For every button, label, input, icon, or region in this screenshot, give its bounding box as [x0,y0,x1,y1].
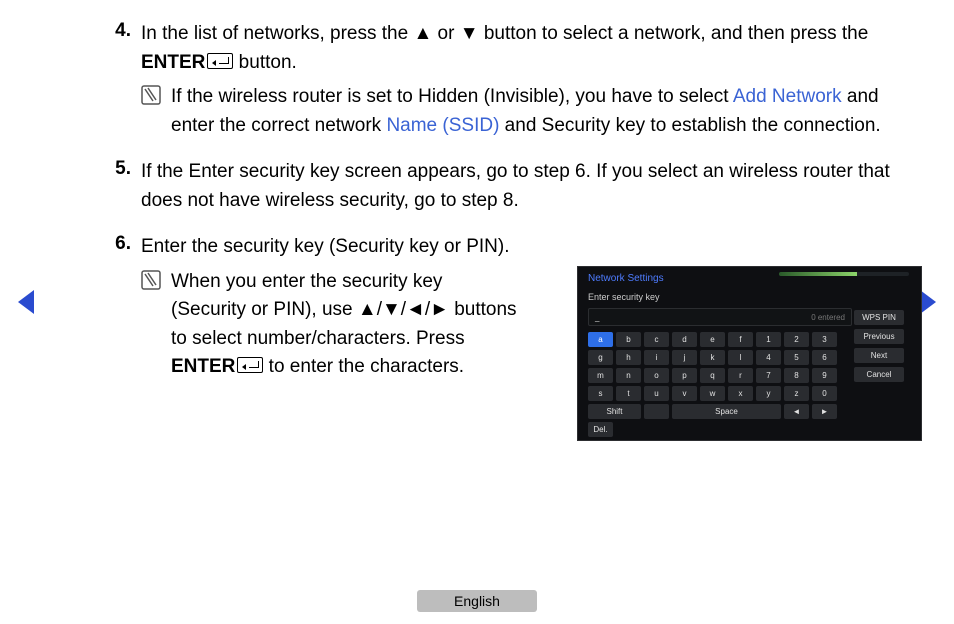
note-text: If the wireless router is set to Hidden … [171,83,920,140]
note-text: When you enter the security key (Securit… [171,268,521,382]
text: In the list of networks, press the [141,23,413,44]
panel-side-buttons: WPS PIN Previous Next Cancel [854,310,904,437]
note: When you enter the security key (Securit… [141,268,521,382]
note: If the wireless router is set to Hidden … [141,83,920,140]
key-d[interactable]: d [672,332,697,347]
language-pill[interactable]: English [417,590,537,612]
key-r[interactable]: r [728,368,753,383]
input-cursor: _ [595,313,599,322]
text: If the Enter security key screen appears… [141,161,890,211]
arrow-glyphs: ▲/▼/◄/► [358,299,449,320]
down-glyph: ▼ [460,23,479,44]
key-3[interactable]: 3 [812,332,837,347]
key-0[interactable]: 0 [812,386,837,401]
text: Enter the security key (Security key or … [141,236,510,257]
key-1[interactable]: 1 [756,332,781,347]
key-u[interactable]: u [644,386,669,401]
key-v[interactable]: v [672,386,697,401]
key-k[interactable]: k [700,350,725,365]
key-shift[interactable]: Shift [588,404,641,419]
progress-fill [779,272,857,276]
step-body: If the Enter security key screen appears… [141,158,920,215]
key-del[interactable]: Del. [588,422,613,437]
key-7[interactable]: 7 [756,368,781,383]
text: button to select a network, and then pre… [479,23,869,44]
key-z[interactable]: z [784,386,809,401]
progress-bar [779,272,909,276]
key-o[interactable]: o [644,368,669,383]
key-m[interactable]: m [588,368,613,383]
key-left[interactable]: ◄ [784,404,809,419]
name-ssid-link: Name (SSID) [386,115,499,136]
cancel-button[interactable]: Cancel [854,367,904,382]
step-5: 5. If the Enter security key screen appe… [85,158,920,215]
key-a[interactable]: a [588,332,613,347]
entered-count: 0 entered [811,313,845,322]
text: or [432,23,459,44]
add-network-link: Add Network [733,86,842,107]
key-y[interactable]: y [756,386,781,401]
text: If the wireless router is set to Hidden … [171,86,733,107]
key-t[interactable]: t [616,386,641,401]
onscreen-keyboard: a b c d e f 1 2 3 g h i j k l 4 5 6 m n [588,332,848,437]
key-l[interactable]: l [728,350,753,365]
note-icon [141,268,171,382]
key-q[interactable]: q [700,368,725,383]
enter-label: ENTER [171,356,235,377]
enter-icon [207,53,233,69]
enter-icon [237,357,263,373]
key-2[interactable]: 2 [784,332,809,347]
previous-button[interactable]: Previous [854,329,904,344]
prev-page-arrow[interactable] [18,290,34,314]
wps-pin-button[interactable]: WPS PIN [854,310,904,325]
key-g[interactable]: g [588,350,613,365]
key-f[interactable]: f [728,332,753,347]
text: and Security key to establish the connec… [499,115,880,136]
step-body: Enter the security key (Security key or … [141,233,521,382]
note-icon [141,83,171,140]
key-x[interactable]: x [728,386,753,401]
enter-label: ENTER [141,52,205,73]
key-w[interactable]: w [700,386,725,401]
key-star[interactable] [644,404,669,419]
manual-page: 4. In the list of networks, press the ▲ … [0,0,954,624]
key-6[interactable]: 6 [812,350,837,365]
step-number: 5. [85,158,141,215]
key-p[interactable]: p [672,368,697,383]
next-page-arrow[interactable] [920,290,936,314]
key-space[interactable]: Space [672,404,781,419]
key-h[interactable]: h [616,350,641,365]
text: button. [233,52,296,73]
key-c[interactable]: c [644,332,669,347]
key-e[interactable]: e [700,332,725,347]
network-settings-panel: Network Settings Enter security key _ 0 … [577,266,922,441]
step-number: 6. [85,233,141,382]
key-9[interactable]: 9 [812,368,837,383]
key-b[interactable]: b [616,332,641,347]
key-5[interactable]: 5 [784,350,809,365]
key-right[interactable]: ► [812,404,837,419]
up-glyph: ▲ [413,23,432,44]
key-4[interactable]: 4 [756,350,781,365]
panel-title: Network Settings [578,267,921,286]
key-i[interactable]: i [644,350,669,365]
key-8[interactable]: 8 [784,368,809,383]
step-number: 4. [85,20,141,140]
keyboard-area: a b c d e f 1 2 3 g h i j k l 4 5 6 m n [578,332,921,437]
next-button[interactable]: Next [854,348,904,363]
key-n[interactable]: n [616,368,641,383]
panel-subtitle: Enter security key [578,286,921,306]
text: to enter the characters. [263,356,464,377]
step-body: In the list of networks, press the ▲ or … [141,20,920,140]
key-s[interactable]: s [588,386,613,401]
security-key-input[interactable]: _ 0 entered [588,308,852,326]
step-4: 4. In the list of networks, press the ▲ … [85,20,920,140]
key-j[interactable]: j [672,350,697,365]
